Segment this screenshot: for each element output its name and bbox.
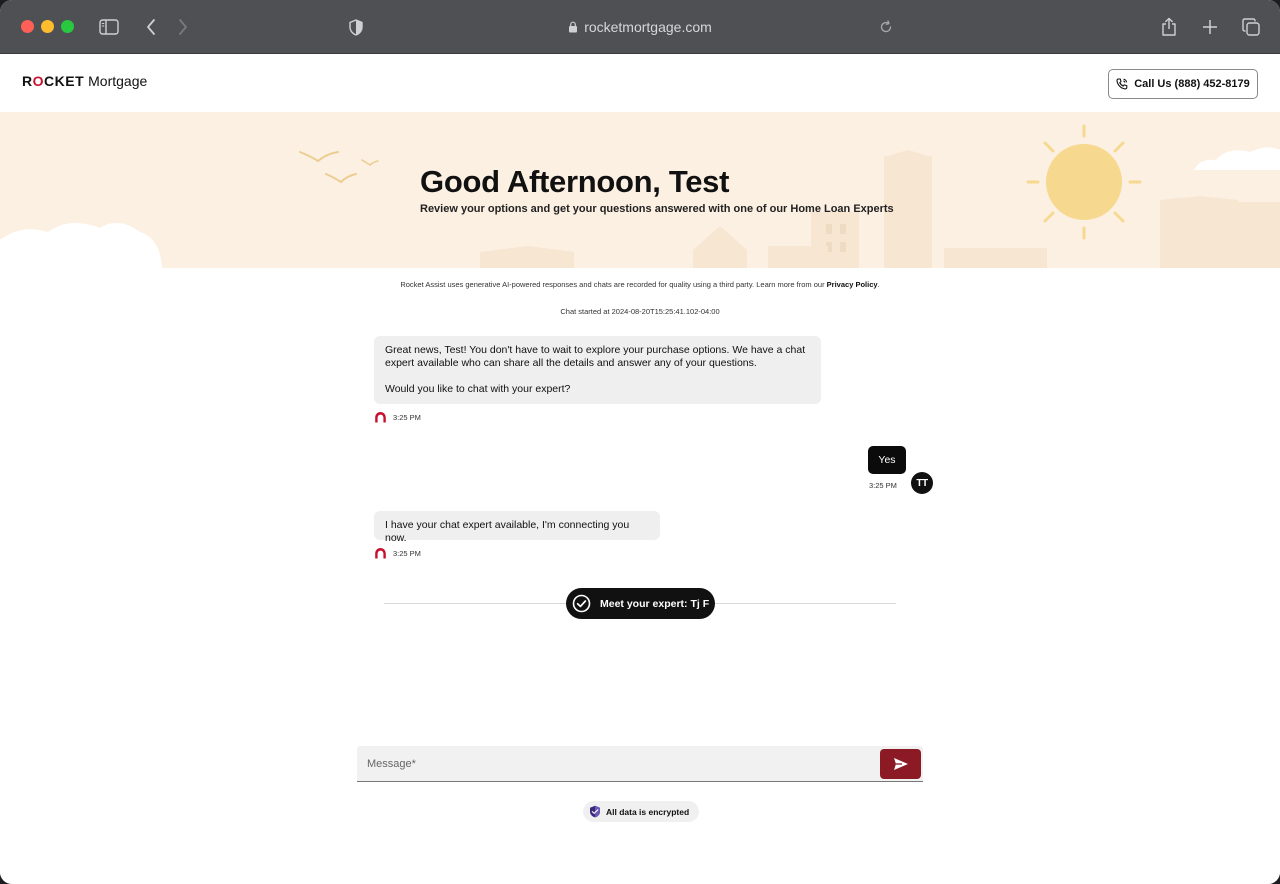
message-input[interactable] (367, 754, 867, 774)
phone-icon (1116, 78, 1128, 90)
expert-label: Meet your expert: Tj F (600, 597, 710, 610)
bot-message-meta: 3:25 PM (374, 547, 421, 560)
share-icon[interactable] (1156, 14, 1182, 40)
minimize-window-button[interactable] (41, 20, 54, 33)
browser-window: rocketmortgage.com ROCKET Mortgage Call … (0, 0, 1280, 884)
expert-joined-badge: Meet your expert: Tj F (566, 588, 715, 619)
logo-rocket-text: ROCKET (22, 73, 85, 89)
call-us-button[interactable]: Call Us (888) 452-8179 (1108, 69, 1258, 99)
zoom-window-button[interactable] (61, 20, 74, 33)
rocket-mortgage-logo[interactable]: ROCKET Mortgage (22, 73, 147, 93)
send-icon (893, 758, 908, 770)
message-line: Would you like to chat with your expert? (385, 383, 571, 395)
disclaimer-end: . (877, 280, 880, 289)
browser-toolbar: rocketmortgage.com (0, 0, 1280, 54)
check-circle-icon (572, 594, 591, 613)
message-time: 3:25 PM (869, 481, 897, 490)
disclaimer-text: Rocket Assist uses generative AI-powered… (400, 280, 827, 289)
greeting-heading: Good Afternoon, Test (420, 164, 730, 199)
message-line: expert available who can share all the d… (385, 357, 757, 369)
chat-start-timestamp: Chat started at 2024-08-20T15:25:41.102-… (560, 307, 720, 316)
ai-disclaimer: Rocket Assist uses generative AI-powered… (0, 280, 1280, 289)
greeting-subtitle: Review your options and get your questio… (420, 203, 894, 215)
user-message-bubble: Yes (868, 446, 906, 474)
hero-banner: Good Afternoon, Test Review your options… (0, 112, 1280, 268)
tab-overview-icon[interactable] (1238, 14, 1264, 40)
reload-icon[interactable] (873, 14, 899, 40)
lock-icon (569, 21, 578, 33)
bot-message-bubble: I have your chat expert available, I'm c… (374, 511, 660, 544)
address-bar[interactable]: rocketmortgage.com (540, 15, 740, 39)
url-text: rocketmortgage.com (584, 19, 712, 35)
sidebar-toggle-icon[interactable] (96, 14, 122, 40)
user-avatar: TT (911, 472, 933, 494)
encryption-badge: All data is encrypted (583, 801, 699, 822)
logo-mortgage-text: Mortgage (88, 73, 148, 89)
close-window-button[interactable] (21, 20, 34, 33)
message-line: I have your chat expert available, I'm c… (385, 519, 630, 544)
shield-icon (590, 805, 600, 818)
rocket-bot-icon (375, 548, 386, 559)
web-page: ROCKET Mortgage Call Us (888) 452-8179 G… (0, 54, 1280, 884)
back-icon[interactable] (138, 14, 164, 40)
call-us-label: Call Us (888) 452-8179 (1134, 78, 1250, 90)
privacy-shield-icon[interactable] (343, 14, 369, 40)
forward-icon[interactable] (170, 14, 196, 40)
site-header: ROCKET Mortgage Call Us (888) 452-8179 (0, 54, 1280, 112)
message-time: 3:25 PM (393, 549, 421, 558)
message-time: 3:25 PM (393, 413, 421, 422)
privacy-policy-link[interactable]: Privacy Policy (827, 280, 878, 289)
encrypted-label: All data is encrypted (606, 806, 690, 817)
bot-message-meta: 3:25 PM (374, 411, 421, 424)
message-line: Great news, Test! You don't have to wait… (385, 344, 806, 356)
message-composer (357, 746, 923, 782)
rocket-bot-icon (375, 412, 386, 423)
user-message-meta: 3:25 PM (869, 481, 897, 490)
new-tab-icon[interactable] (1197, 14, 1223, 40)
send-button[interactable] (880, 749, 921, 779)
bot-message-bubble: Great news, Test! You don't have to wait… (374, 336, 821, 404)
